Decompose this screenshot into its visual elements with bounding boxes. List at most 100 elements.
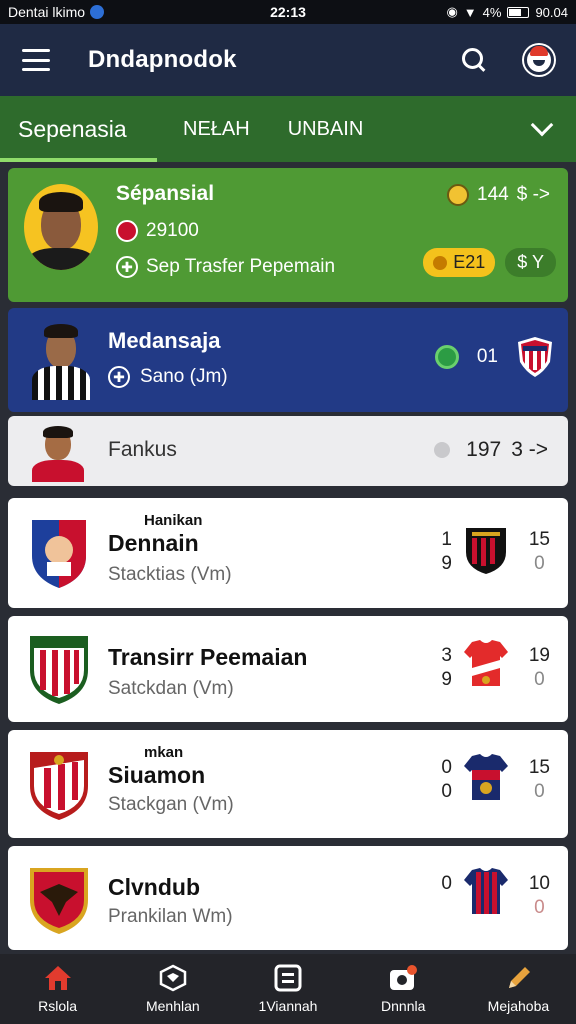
- transfer-subtitle: Sep Trasfer Pepemain: [146, 256, 336, 277]
- club-crest-icon: [30, 752, 88, 820]
- club-row[interactable]: Clvndub Prankilan Wm) 0 10 0: [8, 846, 568, 950]
- nav-item-menhlan[interactable]: Menhlan: [115, 954, 230, 1024]
- status-dot-icon: [434, 442, 451, 458]
- price-pill-value: E21: [453, 252, 486, 272]
- bottom-nav: Rslola Menhlan 1Viannah Dnnnla Mejahoba: [0, 954, 576, 1024]
- row-name: Clvndub: [108, 874, 200, 900]
- row-subtitle: Stacktias (Vm): [108, 564, 232, 585]
- player-subtitle: Sano (Jm): [140, 366, 228, 387]
- player-name: Medansaja: [108, 328, 221, 353]
- player-score: 01: [476, 346, 498, 367]
- nav-label: Rslola: [38, 998, 78, 1014]
- price-pill[interactable]: E21: [423, 248, 496, 277]
- globe-icon: ✚: [116, 256, 138, 278]
- score-b-bottom: 0: [534, 553, 545, 574]
- nav-item-mejahoba[interactable]: Mejahoba: [461, 954, 576, 1024]
- coin-icon: [447, 184, 470, 206]
- battery-icon: [507, 6, 530, 18]
- score-a-top: 0: [441, 873, 452, 894]
- currency-pill[interactable]: $ Y: [505, 248, 556, 277]
- battery-percent: 4%: [482, 4, 502, 20]
- score-b-bottom: 0: [534, 897, 545, 918]
- flower-badge-icon: [434, 345, 459, 369]
- score-a-top: 3: [441, 645, 452, 666]
- row-subtitle: Satckdan (Vm): [108, 678, 234, 699]
- player-value: 197: [466, 438, 502, 461]
- club-shield-icon: [518, 337, 552, 377]
- score-a-top: 0: [441, 757, 452, 778]
- camera-icon: [390, 965, 418, 990]
- club-crest-icon: [30, 868, 88, 934]
- club-row[interactable]: Hanikan Dennain Stacktias (Vm) 1 9 15 0: [8, 498, 568, 608]
- row-name: Siuamon: [108, 762, 206, 788]
- club-row[interactable]: Transirr Peemaian Satckdan (Vm) 3 9 19 0: [8, 616, 568, 722]
- nav-label: 1Viannah: [258, 998, 318, 1014]
- row-top-label: mkan: [144, 744, 184, 761]
- club-badge-icon: [116, 220, 138, 242]
- tab-sepenasia[interactable]: Sepenasia: [0, 96, 157, 162]
- score-b-top: 10: [528, 873, 550, 894]
- eye-icon: ◉: [446, 4, 458, 19]
- status-bar: Dentai lkimo 22:13 ◉ ▼ 4% 90.04: [0, 0, 576, 24]
- score-a-top: 1: [441, 529, 452, 550]
- row-subtitle: Prankilan Wm): [108, 906, 233, 927]
- jersey-icon: [464, 868, 508, 914]
- club-crest-icon: [30, 636, 88, 704]
- score-b-bottom: 0: [534, 781, 545, 802]
- featured-currency[interactable]: $ ->: [517, 184, 550, 206]
- home-icon: [44, 966, 71, 990]
- player-avatar: [24, 184, 98, 270]
- tab-nejah[interactable]: NEŁAH: [183, 96, 250, 162]
- club-row[interactable]: mkan Siuamon Stackgan (Vm) 0 0 15 0: [8, 730, 568, 838]
- club-crest-icon: [32, 520, 86, 588]
- player-arrow[interactable]: 3 ->: [511, 438, 548, 462]
- score-b-top: 15: [528, 757, 550, 778]
- app-title: Dndapnodok: [88, 46, 237, 73]
- pencil-icon: [509, 967, 531, 988]
- coin-icon: [433, 255, 448, 270]
- player-avatar: [30, 424, 84, 482]
- globe-icon: ✚: [108, 366, 130, 388]
- score-b-top: 19: [528, 645, 550, 666]
- status-right: ◉ ▼ 4% 90.04: [446, 4, 568, 20]
- nav-item-rslola[interactable]: Rslola: [0, 954, 115, 1024]
- chevron-down-icon[interactable]: [530, 113, 554, 137]
- nav-label: Mejahoba: [487, 998, 550, 1014]
- search-icon[interactable]: [462, 48, 486, 72]
- score-a-bottom: 0: [441, 781, 452, 802]
- player-avatar: [28, 320, 94, 400]
- player-card-blue[interactable]: Medansaja ✚ Sano (Jm) 01: [8, 308, 568, 412]
- club-emblem-icon: [466, 528, 506, 574]
- player-name: Fankus: [108, 438, 177, 461]
- wifi-icon: ▼: [463, 4, 477, 20]
- nav-label: Menhlan: [145, 998, 200, 1014]
- player-value: 29100: [146, 220, 199, 241]
- status-left-text: Dentai lkimo: [8, 4, 86, 20]
- profile-icon[interactable]: [524, 45, 554, 75]
- menu-icon[interactable]: [22, 49, 50, 71]
- board-icon: [274, 964, 302, 992]
- status-left: Dentai lkimo: [8, 4, 105, 20]
- tab-bar: Sepenasia NEŁAH UNBAIN: [0, 96, 576, 162]
- row-name: Transirr Peemaian: [108, 644, 308, 670]
- tab-unbain[interactable]: UNBAIN: [288, 96, 364, 162]
- status-right-text: 90.04: [535, 4, 568, 20]
- app-notification-icon: [90, 5, 105, 19]
- score-b-top: 15: [528, 529, 550, 550]
- jersey-icon: [464, 640, 508, 686]
- app-bar: Dndapnodok: [0, 24, 576, 96]
- featured-right-value: 144: [477, 184, 509, 205]
- score-a-bottom: 9: [441, 553, 452, 574]
- row-subtitle: Stackgan (Vm): [108, 794, 234, 815]
- nav-item-viannah[interactable]: 1Viannah: [230, 954, 345, 1024]
- row-top-label: Hanikan: [144, 512, 203, 529]
- featured-player-card[interactable]: Sépansial 29100 ✚ Sep Trasfer Pepemain 1…: [8, 168, 568, 302]
- jersey-icon: [464, 754, 508, 800]
- row-name: Dennain: [108, 530, 199, 556]
- player-card-light[interactable]: Fankus 197 3 ->: [8, 416, 568, 486]
- score-b-bottom: 0: [534, 669, 545, 690]
- player-name: Sépansial: [116, 182, 215, 205]
- kit-icon: [159, 964, 187, 992]
- score-a-bottom: 9: [441, 669, 452, 690]
- nav-item-dnnnla[interactable]: Dnnnla: [346, 954, 461, 1024]
